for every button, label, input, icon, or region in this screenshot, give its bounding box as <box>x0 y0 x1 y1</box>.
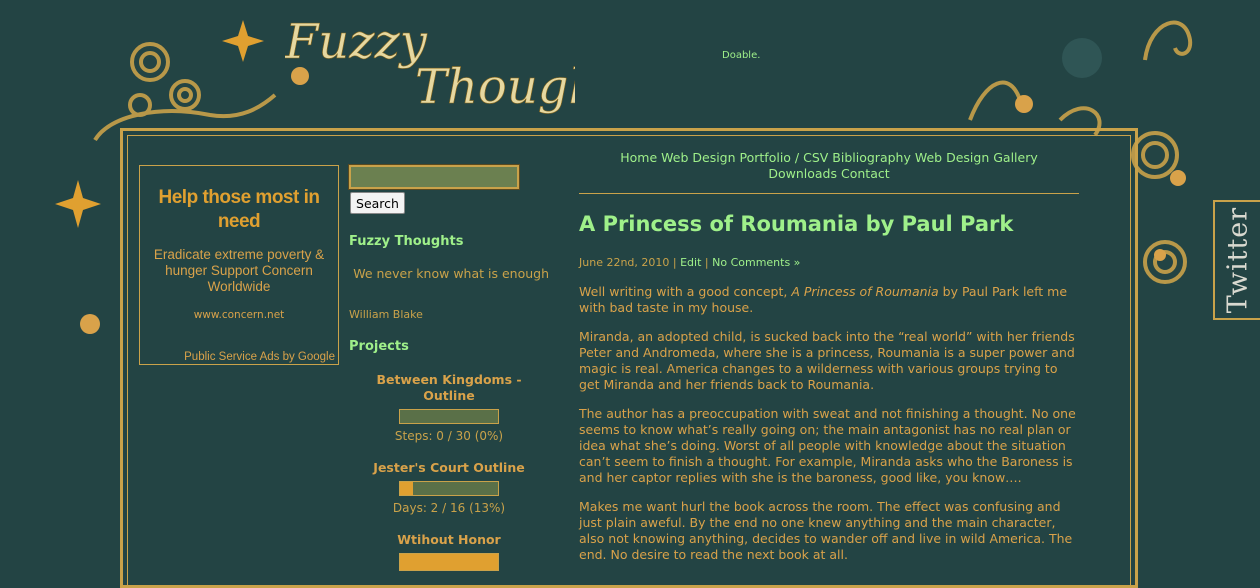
project-item: Between Kingdoms - Outline Steps: 0 / 30… <box>349 372 549 443</box>
search-input[interactable] <box>348 164 520 190</box>
sidebar-quote-author: William Blake <box>349 308 423 321</box>
sidebar-quote: We never know what is enough <box>353 266 549 281</box>
nav-home[interactable]: Home <box>620 150 657 165</box>
logo-text: Fuzzy <box>285 14 428 70</box>
site-tagline: Doable. <box>722 50 761 61</box>
project-progress-fill <box>400 554 498 570</box>
main-nav: Home Web Design Portfolio / CSV Bibliogr… <box>579 150 1079 194</box>
post-comments-link[interactable]: No Comments » <box>712 256 800 269</box>
nav-bibliography[interactable]: Bibliography <box>832 150 911 165</box>
ad-title[interactable]: Help those most in need <box>140 186 338 234</box>
search-button[interactable]: Search <box>350 192 405 214</box>
post-edit-link[interactable]: Edit <box>680 256 701 269</box>
nav-contact[interactable]: Contact <box>841 166 890 181</box>
post-meta: June 22nd, 2010 | Edit | No Comments » <box>579 256 801 269</box>
post-date: June 22nd, 2010 <box>579 256 670 269</box>
project-progress-bar <box>399 409 499 424</box>
project-item: Jester's Court Outline Days: 2 / 16 (13%… <box>349 460 549 515</box>
project-title[interactable]: Wtihout Honor <box>349 532 549 548</box>
svg-text:Thoughts: Thoughts <box>415 59 575 115</box>
nav-downloads[interactable]: Downloads <box>768 166 837 181</box>
nav-web-design-portfolio[interactable]: Web Design Portfolio / CSV <box>661 150 828 165</box>
post-paragraph: The author has a preoccupation with swea… <box>579 406 1076 485</box>
projects-heading: Projects <box>349 339 409 354</box>
project-progress-text: Days: 2 / 16 (13%) <box>392 501 506 515</box>
twitter-tab[interactable]: Twitter <box>1213 200 1260 320</box>
ad-footer-link[interactable]: Public Service Ads by Google <box>184 351 335 363</box>
project-progress-text: Steps: 0 / 30 (0%) <box>394 429 504 443</box>
post-paragraph: Miranda, an adopted child, is sucked bac… <box>579 329 1075 392</box>
project-title[interactable]: Jester's Court Outline <box>349 460 549 476</box>
twitter-tab-label: Twitter <box>1222 206 1253 314</box>
project-item: Wtihout Honor <box>349 532 549 576</box>
project-title[interactable]: Between Kingdoms - Outline <box>349 372 549 404</box>
nav-web-design-gallery[interactable]: Web Design Gallery <box>915 150 1038 165</box>
ad-url[interactable]: www.concern.net <box>140 309 338 321</box>
post-body: Well writing with a good concept, A Prin… <box>579 284 1079 576</box>
ad-box[interactable]: Help those most in need Eradicate extrem… <box>139 165 339 365</box>
ad-description: Eradicate extreme poverty & hunger Suppo… <box>153 247 325 294</box>
post-title[interactable]: A Princess of Roumania by Paul Park <box>579 212 1013 236</box>
project-progress-bar <box>399 553 499 571</box>
post-paragraph: Well writing with a good concept, A Prin… <box>579 284 1068 315</box>
project-progress-bar <box>399 481 499 496</box>
project-progress-fill <box>400 482 413 495</box>
book-title: A Princess of Roumania <box>791 284 939 299</box>
post-paragraph: Makes me want hurl the book across the r… <box>579 499 1073 562</box>
sidebar-blog-title: Fuzzy Thoughts <box>349 234 464 249</box>
site-logo[interactable]: Fuzzy Thoughts <box>285 8 575 116</box>
